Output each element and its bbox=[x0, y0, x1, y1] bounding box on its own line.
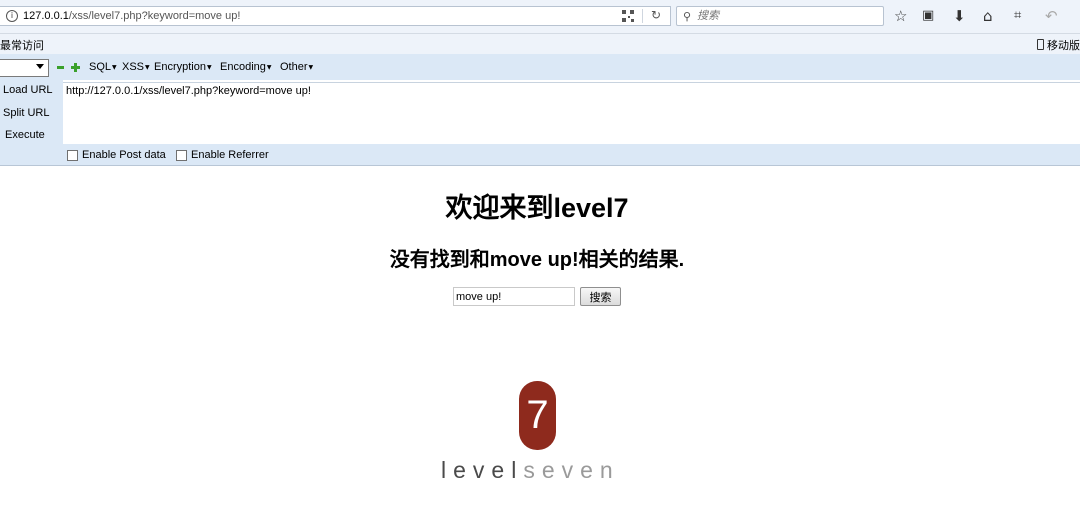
page-title: 欢迎来到level7 bbox=[445, 193, 629, 223]
navigation-bar: i 127.0.0.1/xss/level7.php?keyword=move … bbox=[0, 0, 1080, 34]
hackbar-options: Enable Post data Enable Referrer bbox=[0, 144, 1080, 166]
level-seven-logo: 7 bbox=[519, 381, 556, 450]
url-text[interactable]: 127.0.0.1/xss/level7.php?keyword=move up… bbox=[23, 10, 240, 22]
reading-list-icon[interactable]: ▣ bbox=[922, 7, 934, 25]
chevron-down-icon bbox=[36, 64, 44, 69]
increase-icon[interactable] bbox=[71, 63, 80, 72]
search-button[interactable]: 搜索 bbox=[580, 287, 621, 306]
mobile-bookmarks[interactable]: 移动版书签 bbox=[1037, 37, 1080, 53]
search-input[interactable] bbox=[697, 9, 877, 23]
menu-sql[interactable]: SQL▼ bbox=[89, 61, 117, 73]
search-icon: ⚲ bbox=[683, 10, 692, 23]
phone-icon bbox=[1037, 39, 1044, 50]
url-host: 127.0.0.1 bbox=[23, 10, 69, 22]
bookmarks-toolbar: 最常访问 移动版书签 bbox=[0, 34, 1080, 54]
info-icon[interactable]: i bbox=[6, 10, 18, 22]
home-icon[interactable]: ⌂ bbox=[983, 7, 993, 25]
menu-encoding[interactable]: Encoding▼ bbox=[220, 61, 272, 73]
most-visited-bookmark[interactable]: 最常访问 bbox=[0, 37, 44, 53]
crop-icon[interactable]: ⌗ bbox=[1014, 7, 1021, 25]
menu-encryption[interactable]: Encryption▼ bbox=[154, 61, 212, 73]
split-url-button[interactable]: Split URL bbox=[3, 107, 49, 119]
download-icon[interactable]: ⬇ bbox=[953, 7, 966, 25]
result-message: 没有找到和move up!相关的结果. bbox=[389, 249, 685, 271]
hackbar-url-field[interactable]: http://127.0.0.1/xss/level7.php?keyword=… bbox=[63, 82, 1080, 144]
hackbar-toolbar: SQL▼ XSS▼ Encryption▼ Encoding▼ Other▼ bbox=[0, 54, 1080, 80]
reload-icon[interactable]: ↻ bbox=[651, 8, 661, 22]
enable-referrer-checkbox[interactable] bbox=[176, 150, 187, 161]
url-path: /xss/level7.php?keyword=move up! bbox=[68, 10, 241, 22]
load-url-button[interactable]: Load URL bbox=[3, 84, 53, 96]
url-bar-divider bbox=[642, 9, 643, 23]
enable-referrer-label: Enable Referrer bbox=[191, 149, 269, 161]
logo-wordmark: levelseven bbox=[441, 457, 637, 484]
enable-post-checkbox[interactable] bbox=[67, 150, 78, 161]
menu-other[interactable]: Other▼ bbox=[280, 61, 313, 73]
star-icon[interactable]: ☆ bbox=[894, 7, 907, 25]
decrease-icon[interactable] bbox=[57, 66, 64, 69]
logo-word-seven: seven bbox=[523, 457, 620, 483]
search-bar[interactable]: ⚲ bbox=[676, 6, 884, 26]
mobile-bookmarks-label: 移动版书签 bbox=[1047, 40, 1080, 52]
hackbar-select[interactable] bbox=[0, 59, 49, 77]
enable-post-label: Enable Post data bbox=[82, 149, 166, 161]
qr-code-icon[interactable] bbox=[622, 10, 634, 22]
logo-word-level: level bbox=[441, 457, 524, 483]
url-bar[interactable]: i 127.0.0.1/xss/level7.php?keyword=move … bbox=[0, 6, 671, 26]
menu-xss[interactable]: XSS▼ bbox=[122, 61, 150, 73]
keyword-input[interactable] bbox=[453, 287, 575, 306]
execute-button[interactable]: Execute bbox=[5, 129, 45, 141]
back-icon[interactable]: ↶ bbox=[1045, 7, 1058, 25]
hackbar-actions: Load URL Split URL Execute bbox=[0, 80, 63, 144]
